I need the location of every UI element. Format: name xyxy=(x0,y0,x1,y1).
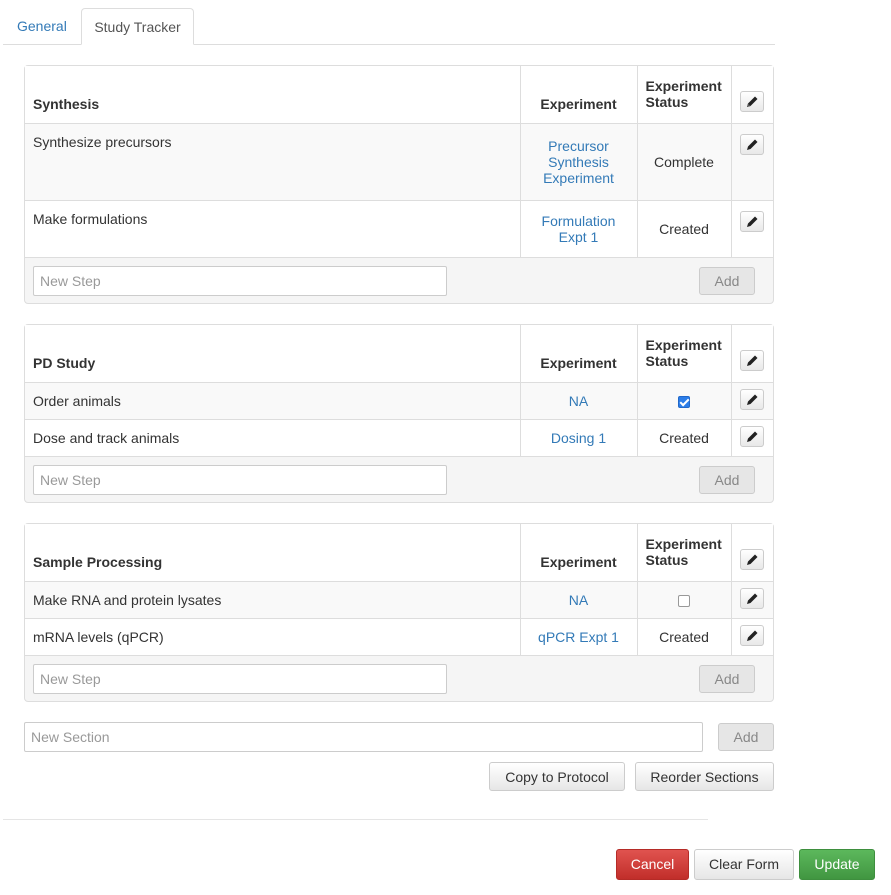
new-section-input[interactable]: New Section xyxy=(24,722,703,752)
reorder-sections-button[interactable]: Reorder Sections xyxy=(635,762,774,791)
status-header: Experiment Status xyxy=(636,66,731,124)
experiment-link[interactable]: NA xyxy=(519,581,637,619)
experiment-link[interactable]: Formulation Expt 1 xyxy=(519,200,637,258)
step-name: Make formulations xyxy=(25,200,520,258)
pencil-icon xyxy=(747,593,758,604)
status-text: Created xyxy=(636,200,731,258)
table-row: mRNA levels (qPCR) qPCR Expt 1 Created xyxy=(25,618,773,656)
section-title: PD Study xyxy=(25,325,520,383)
experiment-header: Experiment xyxy=(519,66,637,124)
edit-step-button[interactable] xyxy=(740,624,765,646)
pencil-icon xyxy=(747,139,758,150)
update-button[interactable]: Update xyxy=(799,849,875,880)
edit-section-button[interactable] xyxy=(740,549,765,571)
tab-study-tracker[interactable]: Study Tracker xyxy=(81,8,194,45)
section-title: Synthesis xyxy=(25,66,520,124)
pencil-icon xyxy=(747,431,758,442)
section-sample-processing: Sample Processing Experiment Experiment S… xyxy=(24,523,774,702)
status-checkbox[interactable] xyxy=(678,395,690,408)
add-step-button[interactable]: Add xyxy=(699,266,755,295)
section-pd-study: PD Study Experiment Experiment Status Ord… xyxy=(24,324,774,503)
step-name: Order animals xyxy=(25,382,520,420)
step-name: Synthesize precursors xyxy=(25,123,520,201)
new-step-input[interactable]: New Step xyxy=(33,265,447,296)
status-text: Created xyxy=(636,618,731,656)
tab-bar: General Study Tracker xyxy=(3,8,775,45)
pencil-icon xyxy=(747,216,758,227)
edit-step-button[interactable] xyxy=(740,133,765,155)
table-row: Dose and track animals Dosing 1 Created xyxy=(25,419,773,457)
edit-step-button[interactable] xyxy=(740,210,765,232)
step-name: mRNA levels (qPCR) xyxy=(25,618,520,656)
table-row: Make RNA and protein lysates NA xyxy=(25,581,773,619)
step-name: Dose and track animals xyxy=(25,419,520,457)
step-name: Make RNA and protein lysates xyxy=(25,581,520,619)
pencil-icon xyxy=(747,554,758,566)
add-step-button[interactable]: Add xyxy=(699,465,755,494)
pencil-icon xyxy=(747,630,758,641)
experiment-link[interactable]: NA xyxy=(519,382,637,420)
add-section-button[interactable]: Add xyxy=(718,723,774,751)
table-row: Order animals NA xyxy=(25,382,773,420)
edit-step-button[interactable] xyxy=(740,388,765,410)
copy-to-protocol-button[interactable]: Copy to Protocol xyxy=(489,762,625,791)
new-step-row: New Step Add xyxy=(25,258,773,304)
pencil-icon xyxy=(747,394,758,405)
tab-general[interactable]: General xyxy=(5,8,79,45)
edit-step-button[interactable] xyxy=(740,425,765,447)
new-step-row: New Step Add xyxy=(25,457,773,503)
experiment-link[interactable]: Precursor Synthesis Experiment xyxy=(519,123,637,201)
new-step-row: New Step Add xyxy=(25,656,773,702)
section-synthesis: Synthesis Experiment Experiment Status Sy… xyxy=(24,65,774,304)
experiment-header: Experiment xyxy=(519,524,637,582)
table-row: Make formulations Formulation Expt 1 Crea… xyxy=(25,200,773,258)
status-header: Experiment Status xyxy=(636,524,731,582)
experiment-link[interactable]: Dosing 1 xyxy=(519,419,637,457)
steps-table: Synthesis Experiment Experiment Status Sy… xyxy=(25,66,773,258)
status-text: Created xyxy=(636,419,731,457)
pencil-icon xyxy=(747,355,758,367)
divider xyxy=(3,819,708,820)
cancel-button[interactable]: Cancel xyxy=(616,849,689,880)
experiment-link[interactable]: qPCR Expt 1 xyxy=(519,618,637,656)
add-step-button[interactable]: Add xyxy=(699,664,755,693)
steps-table: PD Study Experiment Experiment Status Ord… xyxy=(25,325,773,457)
new-step-input[interactable]: New Step xyxy=(33,464,447,495)
status-text: Complete xyxy=(636,123,731,201)
new-step-input[interactable]: New Step xyxy=(33,663,447,694)
edit-section-button[interactable] xyxy=(740,91,765,113)
clear-form-button[interactable]: Clear Form xyxy=(694,849,794,880)
edit-step-button[interactable] xyxy=(740,587,765,609)
status-header: Experiment Status xyxy=(636,325,731,383)
edit-section-button[interactable] xyxy=(740,350,765,372)
table-row: Synthesize precursors Precursor Synthesis… xyxy=(25,123,773,201)
section-title: Sample Processing xyxy=(25,524,520,582)
status-checkbox[interactable] xyxy=(678,594,690,607)
steps-table: Sample Processing Experiment Experiment S… xyxy=(25,524,773,656)
experiment-header: Experiment xyxy=(519,325,637,383)
pencil-icon xyxy=(747,96,758,108)
